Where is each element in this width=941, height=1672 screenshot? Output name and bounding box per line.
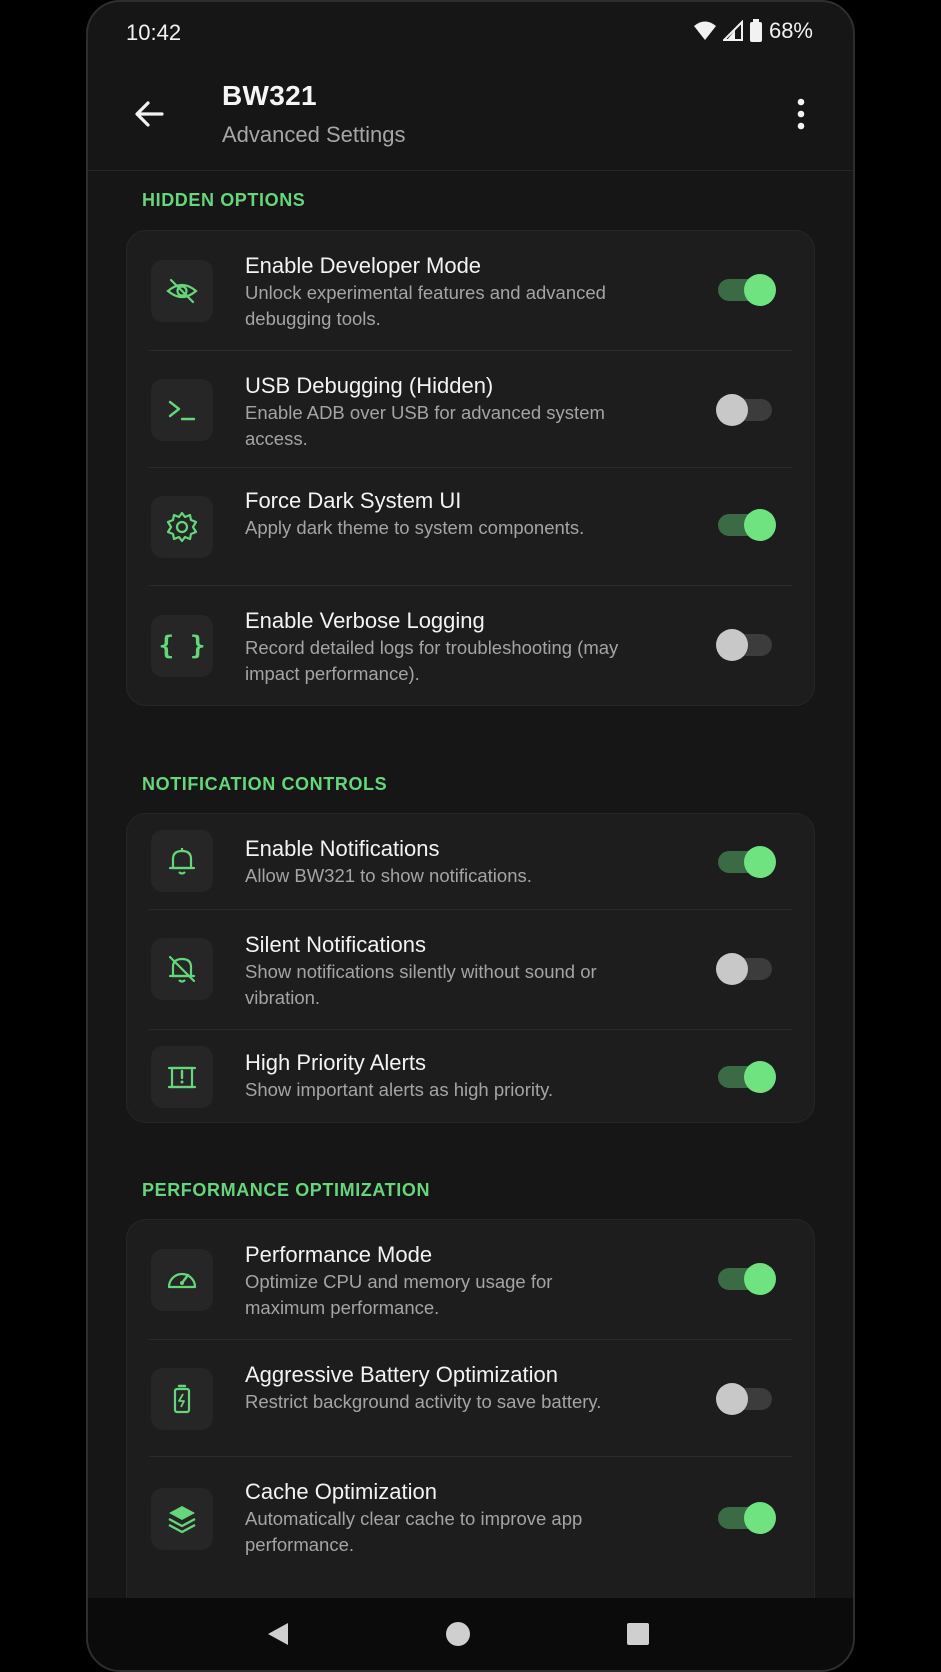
card-performance-optimization: Performance Mode Optimize CPU and memory… (126, 1219, 815, 1647)
section-label-notification-controls: NOTIFICATION CONTROLS (142, 774, 388, 794)
setting-description: Enable ADB over USB for advanced system … (245, 402, 605, 449)
section-label-hidden-options: HIDDEN OPTIONS (142, 190, 306, 210)
setting-description: Automatically clear cache to improve app… (245, 1508, 583, 1555)
setting-description: Optimize CPU and memory usage for maximu… (245, 1271, 553, 1318)
setting-title: Enable Verbose Logging (245, 608, 485, 633)
setting-description: Allow BW321 to show notifications. (245, 865, 532, 886)
toggle-switch-on[interactable] (718, 274, 776, 306)
battery-icon (151, 1368, 213, 1430)
page-subtitle: Advanced Settings (222, 122, 406, 147)
setting-title: Aggressive Battery Optimization (245, 1362, 559, 1387)
triangle-back-icon (268, 1623, 288, 1645)
toggle-switch-on[interactable] (718, 509, 776, 541)
setting-row-enable-notifications[interactable]: Enable Notifications Allow BW321 to show… (127, 814, 814, 910)
arrow-left-icon (135, 101, 164, 127)
layers-icon (151, 1488, 213, 1550)
card-notification-controls: Enable Notifications Allow BW321 to show… (126, 813, 815, 1123)
setting-description: Apply dark theme to system components. (245, 517, 585, 538)
setting-description: Show important alerts as high priority. (245, 1079, 554, 1100)
card-hidden-options: Enable Developer Mode Unlock experimenta… (126, 230, 815, 706)
bell-off-icon (151, 938, 213, 1000)
setting-description: Unlock experimental features and advance… (245, 282, 606, 329)
app-bar: BW321 Advanced Settings (88, 64, 853, 171)
status-bar: 10:42 68% (88, 2, 853, 64)
setting-row-battery-optimization[interactable]: Aggressive Battery Optimization Restrict… (127, 1340, 814, 1457)
setting-row-silent-notifications[interactable]: Silent Notifications Show notifications … (127, 910, 814, 1030)
more-options-button[interactable] (789, 94, 813, 134)
battery-percent: 68% (768, 18, 813, 43)
setting-row-performance-mode[interactable]: Performance Mode Optimize CPU and memory… (127, 1220, 814, 1340)
square-recents-icon (627, 1623, 649, 1645)
setting-description: Record detailed logs for troubleshooting… (245, 637, 619, 684)
setting-description: Show notifications silently without soun… (245, 961, 597, 1008)
setting-title: Force Dark System UI (245, 488, 462, 513)
setting-description: Restrict background activity to save bat… (245, 1391, 602, 1412)
battery-status-icon (749, 19, 763, 43)
nav-back-button[interactable] (264, 1620, 292, 1648)
setting-title: Enable Notifications (245, 836, 440, 861)
setting-title: Cache Optimization (245, 1479, 437, 1504)
toggle-switch-on[interactable] (718, 1263, 776, 1295)
terminal-icon (151, 379, 213, 441)
speedometer-icon (151, 1249, 213, 1311)
setting-row-verbose-logging[interactable]: { } Enable Verbose Logging Record detail… (127, 586, 814, 707)
setting-row-force-dark[interactable]: Force Dark System UI Apply dark theme to… (127, 468, 814, 586)
bell-icon (151, 830, 213, 892)
circle-home-icon (446, 1622, 470, 1646)
toggle-switch-off[interactable] (716, 394, 776, 426)
toggle-switch-on[interactable] (718, 1502, 776, 1534)
signal-icon (722, 20, 743, 42)
section-label-performance-optimization: PERFORMANCE OPTIMIZATION (142, 1180, 431, 1200)
setting-title: USB Debugging (Hidden) (245, 373, 494, 398)
back-button[interactable] (128, 92, 172, 136)
setting-title: Silent Notifications (245, 932, 426, 957)
system-nav-bar (88, 1598, 853, 1670)
page-title: BW321 (222, 80, 317, 111)
setting-row-high-priority-alerts[interactable]: High Priority Alerts Show important aler… (127, 1030, 814, 1124)
wifi-icon (693, 20, 717, 42)
nav-recents-button[interactable] (624, 1620, 652, 1648)
more-vert-icon (797, 98, 805, 130)
braces-icon: { } (151, 615, 213, 677)
toggle-switch-on[interactable] (718, 1061, 776, 1093)
priority-alert-icon (151, 1046, 213, 1108)
toggle-switch-off[interactable] (716, 953, 776, 985)
toggle-switch-on[interactable] (718, 846, 776, 878)
phone-screen: 10:42 68% BW321 Advanced Settings HIDDEN… (86, 0, 855, 1672)
status-time: 10:42 (126, 20, 182, 45)
setting-title: Enable Developer Mode (245, 253, 482, 278)
setting-row-developer-mode[interactable]: Enable Developer Mode Unlock experimenta… (127, 231, 814, 351)
toggle-switch-off[interactable] (716, 1383, 776, 1415)
setting-row-usb-debugging[interactable]: USB Debugging (Hidden) Enable ADB over U… (127, 351, 814, 468)
nav-home-button[interactable] (444, 1620, 472, 1648)
toggle-switch-off[interactable] (716, 629, 776, 661)
eye-off-icon (151, 260, 213, 322)
gear-icon (151, 496, 213, 558)
setting-title: High Priority Alerts (245, 1050, 426, 1075)
setting-title: Performance Mode (245, 1242, 433, 1267)
